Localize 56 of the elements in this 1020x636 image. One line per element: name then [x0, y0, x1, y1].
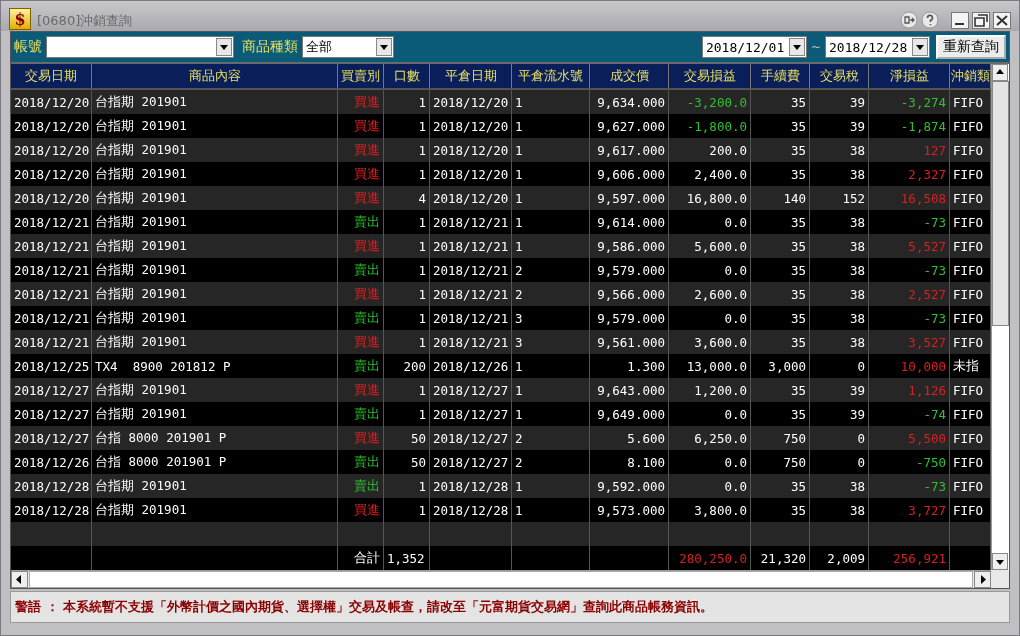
table-row[interactable]: 2018/12/20 台指期 201901 買進 1 2018/12/20 1 9,617.000 200.0 35 38 127 FIFO	[11, 138, 991, 162]
table-row[interactable]: 2018/12/21 台指期 201901 買進 1 2018/12/21 1 9,586.000 5,600.0 35 38 5,527 FIFO	[11, 234, 991, 258]
column-header[interactable]: 買賣別	[338, 64, 384, 88]
table-row[interactable]: 2018/12/27 台指期 201901 賣出 1 2018/12/27 1 9,649.000 0.0 35 39 -74 FIFO	[11, 402, 991, 426]
column-header[interactable]: 商品內容	[92, 64, 338, 88]
table-row[interactable]: 2018/12/21 台指期 201901 賣出 1 2018/12/21 1 9,614.000 0.0 35 38 -73 FIFO	[11, 210, 991, 234]
table-row[interactable]: 2018/12/21 台指期 201901 買進 1 2018/12/21 2 9,566.000 2,600.0 35 38 2,527 FIFO	[11, 282, 991, 306]
category-dropdown[interactable]: 全部	[302, 36, 394, 58]
close-icon[interactable]	[993, 11, 1011, 29]
table-row[interactable]: 2018/12/20 台指期 201901 買進 1 2018/12/20 1 9,606.000 2,400.0 35 38 2,327 FIFO	[11, 162, 991, 186]
account-dropdown[interactable]	[46, 36, 234, 58]
scroll-down-icon[interactable]	[992, 553, 1008, 570]
dropdown-icon[interactable]	[912, 38, 928, 56]
table-row[interactable]: 2018/12/27 台指 8000 201901 P 買進 50 2018/12/27 2 5.600 6,250.0 750 0 5,500 FIFO	[11, 426, 991, 450]
table-row[interactable]: 2018/12/21 台指期 201901 買進 1 2018/12/21 3 9,561.000 3,600.0 35 38 3,527 FIFO	[11, 330, 991, 354]
window-title: [0680]沖銷查詢	[37, 12, 134, 30]
column-header[interactable]: 交易日期	[11, 64, 92, 88]
field-label: 帳號	[14, 38, 42, 56]
app-logo: $	[9, 8, 31, 30]
range-separator: ~	[810, 40, 821, 54]
field-label: 商品種類	[242, 38, 298, 56]
table-row[interactable]: 2018/12/21 台指期 201901 賣出 1 2018/12/21 2 9,579.000 0.0 35 38 -73 FIFO	[11, 258, 991, 282]
column-header[interactable]: 沖銷類	[950, 64, 991, 88]
help-icon[interactable]	[921, 11, 939, 29]
column-header[interactable]: 交易損益	[669, 64, 751, 88]
column-header[interactable]: 口數	[384, 64, 430, 88]
maximize-icon[interactable]	[972, 11, 990, 29]
column-header[interactable]: 成交價	[590, 64, 669, 88]
date-dropdown[interactable]: 2018/12/01	[701, 36, 807, 58]
minimize-icon[interactable]	[951, 11, 969, 29]
table-row[interactable]: 2018/12/25 TX4 8900 201812 P 賣出 200 2018/12/26 1 1.300 13,000.0 3,000 0 10,000 未指	[11, 354, 991, 378]
scroll-right-icon[interactable]	[974, 571, 991, 588]
scroll-up-icon[interactable]	[992, 64, 1008, 81]
warning-text: 警語 ： 本系統暫不支援「外幣計價之國內期貨、選擇權」交易及帳查，請改至「元富期貨交易網」查詢此商品帳務資訊。	[15, 598, 714, 616]
table-row[interactable]: 2018/12/20 台指期 201901 買進 1 2018/12/20 1 9,627.000 -1,800.0 35 39 -1,874 FIFO	[11, 114, 991, 138]
table-row[interactable]: 2018/12/21 台指期 201901 賣出 1 2018/12/21 3 9,579.000 0.0 35 38 -73 FIFO	[11, 306, 991, 330]
table-row[interactable]: 2018/12/27 台指期 201901 買進 1 2018/12/27 1 9,643.000 1,200.0 35 39 1,126 FIFO	[11, 378, 991, 402]
column-header[interactable]: 手續費	[751, 64, 810, 88]
table-row[interactable]: 2018/12/28 台指期 201901 買進 1 2018/12/28 1 9,573.000 3,800.0 35 38 3,727 FIFO	[11, 498, 991, 522]
refresh-button[interactable]: 重新查詢	[936, 35, 1006, 59]
table-row[interactable]: 2018/12/28 台指期 201901 賣出 1 2018/12/28 1 9,592.000 0.0 35 38 -73 FIFO	[11, 474, 991, 498]
scrollbar-thumb[interactable]	[29, 571, 973, 588]
table-row[interactable]: 2018/12/26 台指 8000 201901 P 賣出 50 2018/12/27 2 8.100 0.0 750 0 -750 FIFO	[11, 450, 991, 474]
table-row[interactable]: 2018/12/20 台指期 201901 買進 1 2018/12/20 1 9,634.000 -3,200.0 35 39 -3,274 FIFO	[11, 90, 991, 114]
column-header[interactable]: 平倉流水號	[512, 64, 590, 88]
dropdown-icon[interactable]	[788, 38, 805, 56]
scroll-left-icon[interactable]	[11, 571, 28, 588]
column-header[interactable]: 平倉日期	[430, 64, 512, 88]
dropdown-icon[interactable]	[216, 38, 232, 56]
dropdown-icon[interactable]	[376, 38, 392, 56]
column-header[interactable]: 交易稅	[810, 64, 869, 88]
date-dropdown[interactable]: 2018/12/28	[825, 36, 930, 58]
exit-icon[interactable]	[900, 11, 918, 29]
scrollbar-thumb[interactable]	[992, 81, 1009, 326]
column-header[interactable]: 淨損益	[869, 64, 950, 88]
table-row[interactable]: 2018/12/20 台指期 201901 買進 4 2018/12/20 1 9,597.000 16,800.0 140 152 16,508 FIFO	[11, 186, 991, 210]
